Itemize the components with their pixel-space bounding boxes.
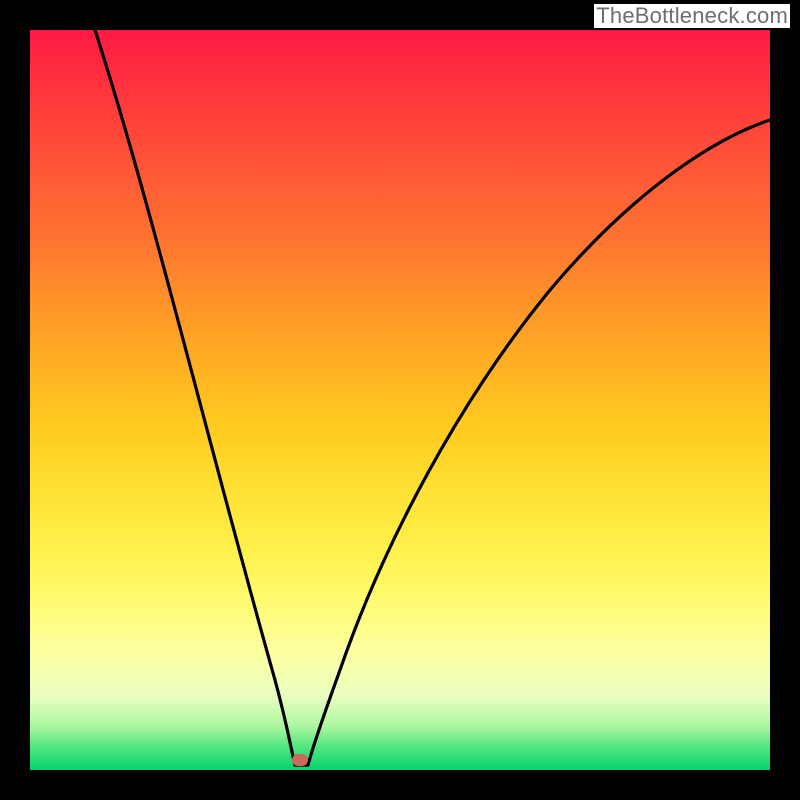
optimal-point-marker xyxy=(292,754,308,766)
watermark-label: TheBottleneck.com xyxy=(594,4,790,28)
plot-area xyxy=(30,30,770,770)
curve-path xyxy=(95,30,770,765)
chart-frame: TheBottleneck.com xyxy=(0,0,800,800)
bottleneck-curve xyxy=(30,30,770,770)
